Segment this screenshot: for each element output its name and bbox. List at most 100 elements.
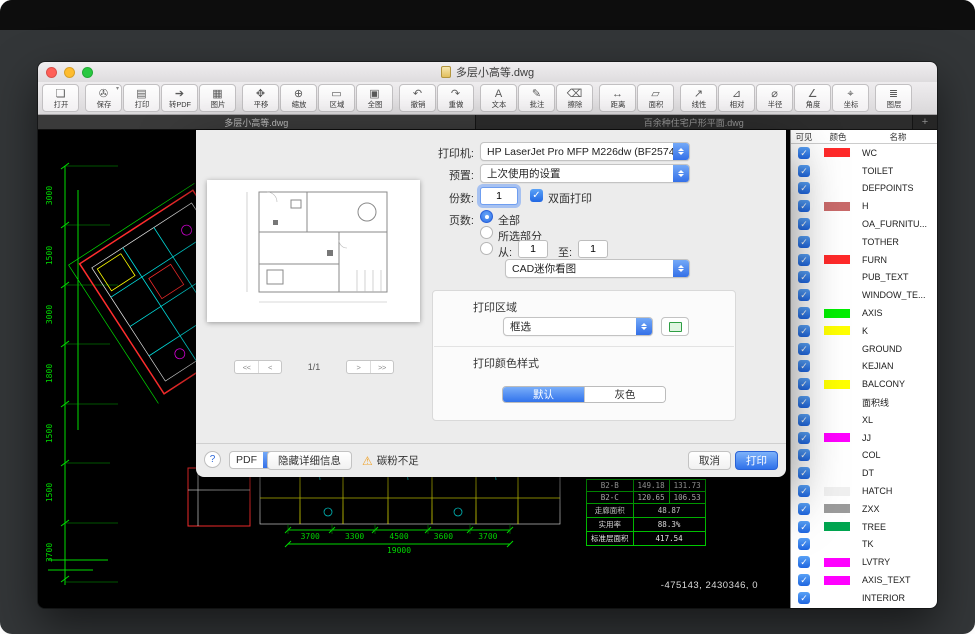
layer-color-swatch[interactable] [824,398,850,407]
toolbar-button-distance[interactable]: ↔距离 [599,84,636,112]
layer-color-swatch[interactable] [824,487,850,496]
printer-select[interactable]: HP LaserJet Pro MFP M226dw (BF2574) [480,142,690,161]
toolbar-button-zoom[interactable]: ⊕缩放 [280,84,317,112]
layer-color-swatch[interactable] [824,522,850,531]
first-page-button[interactable]: << [235,361,258,373]
layer-visible-checkbox[interactable]: ✓ [798,396,810,408]
toolbar-button-pan[interactable]: ✥平移 [242,84,279,112]
layer-visible-checkbox[interactable]: ✓ [798,432,810,444]
layer-visible-checkbox[interactable]: ✓ [798,289,810,301]
toolbar-button-linear[interactable]: ↗线性 [680,84,717,112]
toolbar-button-print[interactable]: ▤打印 [123,84,160,112]
layer-color-swatch[interactable] [824,220,850,229]
toolbar-button-region[interactable]: ▭区域 [318,84,355,112]
layer-color-swatch[interactable] [824,291,850,300]
toolbar-button-save[interactable]: ✇▾保存 [85,84,122,112]
layer-visible-checkbox[interactable]: ✓ [798,360,810,372]
close-window-button[interactable] [46,67,57,78]
app-options-select[interactable]: CAD迷你看图 [505,259,690,278]
layer-visible-checkbox[interactable]: ✓ [798,325,810,337]
layer-visible-checkbox[interactable]: ✓ [798,449,810,461]
layer-visible-checkbox[interactable]: ✓ [798,414,810,426]
layer-color-swatch[interactable] [824,415,850,424]
layer-visible-checkbox[interactable]: ✓ [798,574,810,586]
print-area-select[interactable]: 框选 [503,317,653,336]
copies-input[interactable] [480,187,518,205]
toolbar-button-layers[interactable]: ≣图层 [875,84,912,112]
layer-visible-checkbox[interactable]: ✓ [798,485,810,497]
toolbar-button-text[interactable]: A文本 [480,84,517,112]
previous-page-button[interactable]: < [258,361,281,373]
toolbar-button-image[interactable]: ▦图片 [199,84,236,112]
layer-color-swatch[interactable] [824,433,850,442]
layer-visible-checkbox[interactable]: ✓ [798,592,810,604]
layer-color-swatch[interactable] [824,202,850,211]
layer-visible-checkbox[interactable]: ✓ [798,503,810,515]
layer-color-swatch[interactable] [824,309,850,318]
layer-visible-checkbox[interactable]: ✓ [798,556,810,568]
toolbar-button-redo[interactable]: ↷重做 [437,84,474,112]
pages-selection-radio[interactable] [480,226,493,239]
zoom-window-button[interactable] [82,67,93,78]
layer-visible-checkbox[interactable]: ✓ [798,521,810,533]
layer-visible-checkbox[interactable]: ✓ [798,147,810,159]
pages-range-radio[interactable] [480,242,493,255]
layer-visible-checkbox[interactable]: ✓ [798,467,810,479]
layer-color-swatch[interactable] [824,540,850,549]
pick-area-button[interactable] [661,317,689,336]
color-default-segment[interactable]: 默认 [503,387,584,402]
pages-all-radio[interactable] [480,210,493,223]
toolbar-button-angle[interactable]: ∠角度 [794,84,831,112]
layer-visible-checkbox[interactable]: ✓ [798,218,810,230]
layer-color-swatch[interactable] [824,558,850,567]
layer-color-swatch[interactable] [824,148,850,157]
layer-color-swatch[interactable] [824,255,850,264]
layer-color-swatch[interactable] [824,273,850,282]
layer-color-swatch[interactable] [824,362,850,371]
page-to-input[interactable] [578,240,608,258]
layer-color-swatch[interactable] [824,469,850,478]
layer-visible-checkbox[interactable]: ✓ [798,182,810,194]
cancel-button[interactable]: 取消 [688,451,731,470]
layer-visible-checkbox[interactable]: ✓ [798,307,810,319]
toolbar-button-area[interactable]: ▱面积 [637,84,674,112]
hide-details-button[interactable]: 隐藏详细信息 [267,451,352,470]
color-gray-segment[interactable]: 灰色 [584,387,665,402]
toolbar-button-open[interactable]: ❏打开 [42,84,79,112]
next-page-button[interactable]: > [347,361,370,373]
layer-visible-checkbox[interactable]: ✓ [798,200,810,212]
tab-document-0[interactable]: 多层小高等.dwg [38,115,476,129]
layer-visible-checkbox[interactable]: ✓ [798,378,810,390]
window-title-bar[interactable]: 多层小高等.dwg [38,62,937,82]
help-button[interactable]: ? [204,451,221,468]
toolbar-button-radius[interactable]: ⌀半径 [756,84,793,112]
layer-color-swatch[interactable] [824,166,850,175]
layer-color-swatch[interactable] [824,237,850,246]
toolbar-button-coordinate[interactable]: ⌖坐标 [832,84,869,112]
toolbar-button-undo[interactable]: ↶撤销 [399,84,436,112]
toolbar-button-annotate[interactable]: ✎批注 [518,84,555,112]
last-page-button[interactable]: >> [370,361,393,373]
page-from-input[interactable] [518,240,548,258]
layer-color-swatch[interactable] [824,344,850,353]
minimize-window-button[interactable] [64,67,75,78]
layer-color-swatch[interactable] [824,504,850,513]
layer-visible-checkbox[interactable]: ✓ [798,343,810,355]
toolbar-button-to-pdf[interactable]: ➔转PDF [161,84,198,112]
layer-visible-checkbox[interactable]: ✓ [798,271,810,283]
toolbar-button-relative[interactable]: ⊿相对 [718,84,755,112]
layer-color-swatch[interactable] [824,380,850,389]
print-button[interactable]: 打印 [735,451,778,470]
layer-color-swatch[interactable] [824,593,850,602]
layer-color-swatch[interactable] [824,184,850,193]
duplex-checkbox[interactable]: ✓ [530,189,543,202]
layer-visible-checkbox[interactable]: ✓ [798,538,810,550]
toolbar-button-erase[interactable]: ⌫擦除 [556,84,593,112]
layer-color-swatch[interactable] [824,451,850,460]
toolbar-button-fit-view[interactable]: ▣全图 [356,84,393,112]
tab-document-1[interactable]: 百余种住宅户形平面.dwg [476,115,914,129]
layer-visible-checkbox[interactable]: ✓ [798,236,810,248]
layer-visible-checkbox[interactable]: ✓ [798,254,810,266]
layer-visible-checkbox[interactable]: ✓ [798,165,810,177]
new-tab-button[interactable]: + [913,115,937,129]
